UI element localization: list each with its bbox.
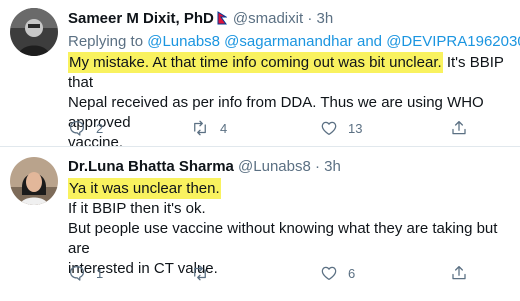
tweet-text-line3: But people use vaccine without knowing w…	[68, 220, 498, 257]
author-handle[interactable]: @smadixit	[233, 10, 303, 27]
author-name[interactable]: Sameer M Dixit, PhD	[68, 10, 214, 27]
retweet-icon	[194, 265, 206, 281]
mention-sagarmanandhar[interactable]: @sagarmanandhar	[224, 33, 353, 50]
retweet-count: 4	[220, 120, 228, 136]
tweet-sameer[interactable]: Sameer M Dixit, PhD @smadixit · 3h Replyi…	[0, 0, 520, 151]
tweet-actions: 2 4 13	[68, 118, 488, 138]
retweet-icon	[194, 120, 206, 136]
highlighted-text: Ya it was unclear then.	[68, 178, 221, 199]
avatar-image	[10, 157, 58, 205]
tweet-actions: 1 6	[68, 263, 488, 283]
avatar-sameer[interactable]	[10, 8, 58, 56]
nepal-flag-icon	[217, 11, 228, 31]
reply-button[interactable]: 2	[68, 118, 103, 138]
reply-button[interactable]: 1	[68, 263, 103, 283]
like-button[interactable]: 13	[320, 118, 362, 138]
separator: ·	[307, 10, 313, 27]
reply-count: 2	[96, 120, 104, 136]
tweet-text-line2: If it BBIP then it's ok.	[68, 200, 206, 217]
reply-icon	[69, 120, 85, 136]
like-icon	[321, 266, 337, 281]
highlighted-text: My mistake. At that time info coming out…	[68, 52, 443, 73]
timestamp[interactable]: 3h	[324, 158, 341, 175]
mention-devipra[interactable]: @DEVIPRA19620308	[386, 33, 520, 50]
like-count: 13	[348, 120, 363, 136]
share-button[interactable]	[450, 263, 468, 283]
mention-lunabs8[interactable]: @Lunabs8	[147, 33, 220, 50]
avatar-luna[interactable]	[10, 157, 58, 205]
like-icon	[321, 121, 337, 136]
replying-to-label: Replying to	[68, 33, 144, 50]
like-count: 6	[348, 265, 356, 281]
author-name[interactable]: Dr.Luna Bhatta Sharma	[68, 158, 234, 175]
timestamp[interactable]: 3h	[316, 10, 333, 27]
tweet-header: Dr.Luna Bhatta Sharma @Lunabs8 · 3h	[68, 157, 341, 177]
reply-icon	[69, 265, 85, 281]
separator: ·	[315, 158, 320, 175]
mention-and[interactable]: and	[357, 33, 382, 50]
reply-count: 1	[96, 265, 104, 281]
share-icon	[452, 265, 466, 280]
retweet-button[interactable]	[190, 263, 220, 283]
tweet-luna[interactable]: Dr.Luna Bhatta Sharma @Lunabs8 · 3h Ya i…	[0, 147, 520, 301]
tweet-text: My mistake. At that time info coming out…	[68, 52, 508, 153]
share-button[interactable]	[450, 118, 468, 138]
share-icon	[452, 120, 466, 135]
like-button[interactable]: 6	[320, 263, 355, 283]
author-handle[interactable]: @Lunabs8	[238, 158, 311, 175]
retweet-button[interactable]: 4	[190, 118, 227, 138]
tweet-header: Sameer M Dixit, PhD @smadixit · 3h	[68, 9, 333, 31]
avatar-image	[10, 8, 58, 56]
replying-to: Replying to @Lunabs8 @sagarmanandhar and…	[68, 32, 520, 52]
